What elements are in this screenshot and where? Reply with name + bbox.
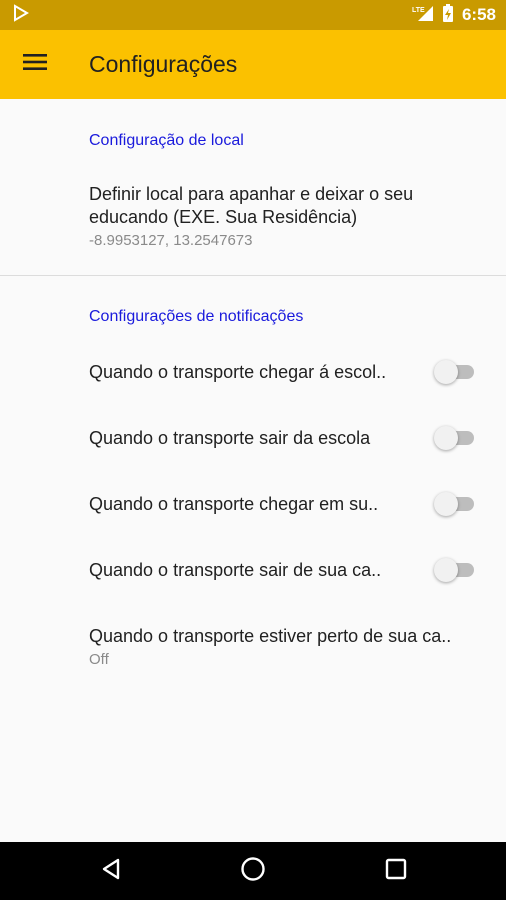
switch-thumb <box>434 360 458 384</box>
switch-thumb <box>434 558 458 582</box>
page-title: Configurações <box>89 51 238 77</box>
notify-arrive-home-row[interactable]: Quando o transporte chegar em su.. <box>0 484 506 524</box>
pickup-location-title: Definir local para apanhar e deixar o se… <box>89 184 414 227</box>
notifications-section-header: Configurações de notificações <box>89 308 304 325</box>
hamburger-menu-icon <box>23 52 47 77</box>
back-icon <box>100 858 122 885</box>
home-button[interactable] <box>213 842 293 900</box>
notify-leave-school-switch[interactable] <box>434 426 474 450</box>
switch-thumb <box>434 426 458 450</box>
notify-leave-school-label: Quando o transporte sair da escola <box>89 427 371 448</box>
pickup-location-preference[interactable]: Definir local para apanhar e deixar o se… <box>0 183 506 251</box>
location-section-header: Configuração de local <box>89 132 244 149</box>
navigation-bar <box>0 842 506 900</box>
notify-leave-school-row[interactable]: Quando o transporte sair da escola <box>0 418 506 458</box>
notify-proximity-title: Quando o transporte estiver perto de sua… <box>89 626 452 646</box>
recents-button[interactable] <box>356 842 436 900</box>
recents-icon <box>385 858 407 885</box>
play-store-icon <box>12 3 30 27</box>
notify-arrive-school-row[interactable]: Quando o transporte chegar á escol.. <box>0 352 506 392</box>
section-divider <box>0 275 506 276</box>
status-time: 6:58 <box>461 5 496 24</box>
lte-signal-icon: LTE <box>412 4 434 27</box>
notify-arrive-home-label: Quando o transporte chegar em su.. <box>89 493 379 514</box>
switch-thumb <box>434 492 458 516</box>
back-button[interactable] <box>71 842 151 900</box>
battery-charging-icon <box>442 3 454 28</box>
notify-leave-home-switch[interactable] <box>434 558 474 582</box>
svg-text:LTE: LTE <box>412 7 425 14</box>
notify-arrive-school-label: Quando o transporte chegar á escol.. <box>89 361 387 382</box>
status-bar: LTE 6:58 <box>0 0 506 30</box>
notify-proximity-preference[interactable]: Quando o transporte estiver perto de sua… <box>0 625 506 670</box>
notify-leave-home-row[interactable]: Quando o transporte sair de sua ca.. <box>0 550 506 590</box>
notify-arrive-home-switch[interactable] <box>434 492 474 516</box>
home-icon <box>240 856 266 887</box>
menu-button[interactable] <box>0 30 70 99</box>
notify-proximity-summary: Off <box>89 651 109 668</box>
status-icons: LTE 6:58 <box>412 3 496 28</box>
pickup-location-coordinates: -8.9953127, 13.2547673 <box>89 232 253 249</box>
notify-leave-home-label: Quando o transporte sair de sua ca.. <box>89 559 382 580</box>
app-bar: Configurações <box>0 30 506 99</box>
notify-arrive-school-switch[interactable] <box>434 360 474 384</box>
